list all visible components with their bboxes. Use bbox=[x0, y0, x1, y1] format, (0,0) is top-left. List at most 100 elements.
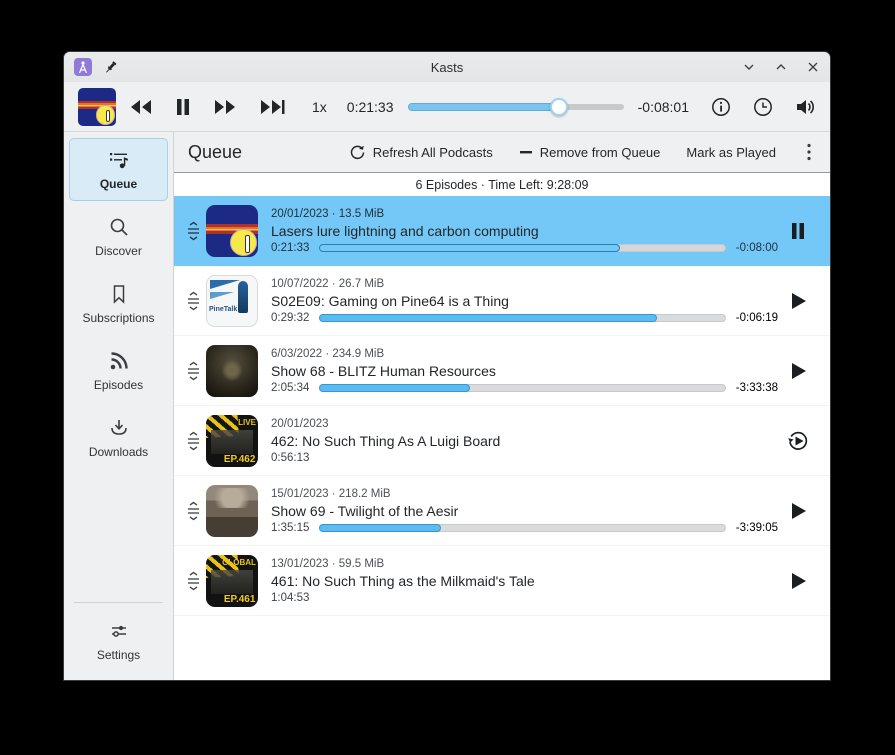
elapsed-time: 0:21:33 bbox=[347, 99, 394, 115]
sidebar-item-settings[interactable]: Settings bbox=[69, 609, 168, 672]
maximize-button[interactable] bbox=[774, 60, 788, 74]
episode-progress-bar[interactable] bbox=[319, 524, 725, 532]
titlebar[interactable]: Kasts bbox=[64, 52, 830, 82]
pause-episode-button[interactable] bbox=[778, 222, 818, 240]
minimize-button[interactable] bbox=[742, 60, 756, 74]
episode-remaining: -3:33:38 bbox=[736, 382, 778, 394]
episode-row[interactable]: GLOBALEP.461 13/01/2023 · 59.5 MiB 461: … bbox=[174, 546, 830, 616]
episode-row[interactable]: 6/03/2022 · 234.9 MiB Show 68 - BLITZ Hu… bbox=[174, 336, 830, 406]
sidebar-item-discover[interactable]: Discover bbox=[69, 205, 168, 268]
episode-progress-bar[interactable] bbox=[319, 314, 725, 322]
episode-list: 20/01/2023 · 13.5 MiB Lasers lure lightn… bbox=[174, 196, 830, 680]
episode-meta: 15/01/2023 · 218.2 MiB bbox=[271, 488, 778, 500]
episode-remaining: -0:08:00 bbox=[736, 242, 778, 254]
kasts-window: Kasts bbox=[64, 52, 830, 680]
remove-from-queue-button[interactable]: Remove from Queue bbox=[519, 145, 661, 160]
kasts-app-icon bbox=[74, 58, 92, 76]
drag-handle-icon[interactable] bbox=[180, 431, 206, 451]
sidebar-item-label: Subscriptions bbox=[82, 311, 154, 325]
download-icon bbox=[108, 417, 130, 439]
sidebar-item-label: Queue bbox=[100, 177, 137, 191]
play-episode-button[interactable] bbox=[778, 502, 818, 520]
sidebar-item-downloads[interactable]: Downloads bbox=[69, 406, 168, 469]
drag-handle-icon[interactable] bbox=[180, 361, 206, 381]
refresh-icon bbox=[349, 144, 366, 161]
sidebar-item-label: Discover bbox=[95, 244, 142, 258]
episode-duration: 1:04:53 bbox=[271, 592, 309, 604]
episode-info-icon[interactable] bbox=[711, 97, 731, 117]
mark-as-played-button[interactable]: Mark as Played bbox=[686, 145, 776, 160]
sidebar-item-queue[interactable]: Queue bbox=[69, 138, 168, 201]
episode-elapsed: 0:21:33 bbox=[271, 242, 309, 254]
episode-meta: 10/07/2022 · 26.7 MiB bbox=[271, 278, 778, 290]
episode-artwork: LIVEEP.462 bbox=[206, 415, 258, 467]
episode-meta: 20/01/2023 · 13.5 MiB bbox=[271, 208, 778, 220]
play-episode-button[interactable] bbox=[778, 362, 818, 380]
rss-icon bbox=[108, 350, 130, 372]
drag-handle-icon[interactable] bbox=[180, 571, 206, 591]
sidebar-item-subscriptions[interactable]: Subscriptions bbox=[69, 272, 168, 335]
episode-artwork bbox=[206, 485, 258, 537]
pause-button[interactable] bbox=[175, 98, 191, 116]
seek-slider-handle[interactable] bbox=[550, 98, 568, 116]
download-and-play-button[interactable] bbox=[778, 430, 818, 452]
close-button[interactable] bbox=[806, 60, 820, 74]
sliders-icon bbox=[108, 620, 130, 642]
seek-slider[interactable] bbox=[408, 97, 624, 117]
episode-artwork: PineTalk bbox=[206, 275, 258, 327]
queue-header: Queue Refresh All Podcasts Remove from Q… bbox=[174, 132, 830, 173]
play-episode-button[interactable] bbox=[778, 572, 818, 590]
playback-rate-button[interactable]: 1x bbox=[312, 99, 327, 115]
episode-meta: 20/01/2023 bbox=[271, 418, 778, 430]
pin-icon[interactable] bbox=[104, 60, 119, 75]
window-title: Kasts bbox=[64, 60, 830, 75]
sidebar-item-label: Episodes bbox=[94, 378, 143, 392]
sidebar: Queue Discover Subscriptions Episodes bbox=[64, 132, 174, 680]
player-bar: 1x 0:21:33 -0:08:01 bbox=[64, 82, 830, 132]
sidebar-divider bbox=[74, 602, 163, 603]
drag-handle-icon[interactable] bbox=[180, 291, 206, 311]
now-playing-artwork[interactable] bbox=[78, 88, 116, 126]
sleep-timer-icon[interactable] bbox=[753, 97, 773, 117]
episode-remaining: -3:39:05 bbox=[736, 522, 778, 534]
seek-forward-button[interactable] bbox=[213, 98, 237, 116]
episode-row[interactable]: 20/01/2023 · 13.5 MiB Lasers lure lightn… bbox=[174, 196, 830, 266]
episode-meta: 6/03/2022 · 234.9 MiB bbox=[271, 348, 778, 360]
episode-remaining: -0:06:19 bbox=[736, 312, 778, 324]
drag-handle-icon[interactable] bbox=[180, 221, 206, 241]
queue-page: Queue Refresh All Podcasts Remove from Q… bbox=[174, 132, 830, 680]
refresh-all-podcasts-button[interactable]: Refresh All Podcasts bbox=[349, 144, 493, 161]
bookmark-icon bbox=[108, 283, 130, 305]
episode-title: S02E09: Gaming on Pine64 is a Thing bbox=[271, 293, 778, 309]
episode-artwork: GLOBALEP.461 bbox=[206, 555, 258, 607]
playlist-icon bbox=[108, 149, 130, 171]
episode-elapsed: 0:29:32 bbox=[271, 312, 309, 324]
sidebar-item-label: Settings bbox=[97, 648, 140, 662]
queue-status-text: 6 Episodes · Time Left: 9:28:09 bbox=[174, 173, 830, 196]
seek-backward-button[interactable] bbox=[129, 98, 153, 116]
episode-progress-bar[interactable] bbox=[319, 384, 725, 392]
remaining-time: -0:08:01 bbox=[638, 99, 689, 115]
episode-elapsed: 1:35:15 bbox=[271, 522, 309, 534]
sidebar-item-label: Downloads bbox=[89, 445, 148, 459]
episode-progress-bar[interactable] bbox=[319, 244, 725, 252]
episode-title: Lasers lure lightning and carbon computi… bbox=[271, 223, 778, 239]
episode-meta: 13/01/2023 · 59.5 MiB bbox=[271, 558, 778, 570]
overflow-menu-icon[interactable] bbox=[802, 140, 816, 164]
page-title: Queue bbox=[188, 142, 242, 163]
skip-next-button[interactable] bbox=[259, 98, 286, 116]
episode-title: 461: No Such Thing as the Milkmaid's Tal… bbox=[271, 573, 778, 589]
episode-row[interactable]: 15/01/2023 · 218.2 MiB Show 69 - Twiligh… bbox=[174, 476, 830, 546]
episode-elapsed: 2:05:34 bbox=[271, 382, 309, 394]
episode-duration: 0:56:13 bbox=[271, 452, 309, 464]
episode-title: Show 68 - BLITZ Human Resources bbox=[271, 363, 778, 379]
episode-row[interactable]: LIVEEP.462 20/01/2023 462: No Such Thing… bbox=[174, 406, 830, 476]
minus-icon bbox=[519, 145, 533, 159]
sidebar-item-episodes[interactable]: Episodes bbox=[69, 339, 168, 402]
episode-artwork bbox=[206, 205, 258, 257]
drag-handle-icon[interactable] bbox=[180, 501, 206, 521]
episode-row[interactable]: PineTalk 10/07/2022 · 26.7 MiB S02E09: G… bbox=[174, 266, 830, 336]
volume-icon[interactable] bbox=[795, 97, 816, 117]
episode-title: Show 69 - Twilight of the Aesir bbox=[271, 503, 778, 519]
play-episode-button[interactable] bbox=[778, 292, 818, 310]
